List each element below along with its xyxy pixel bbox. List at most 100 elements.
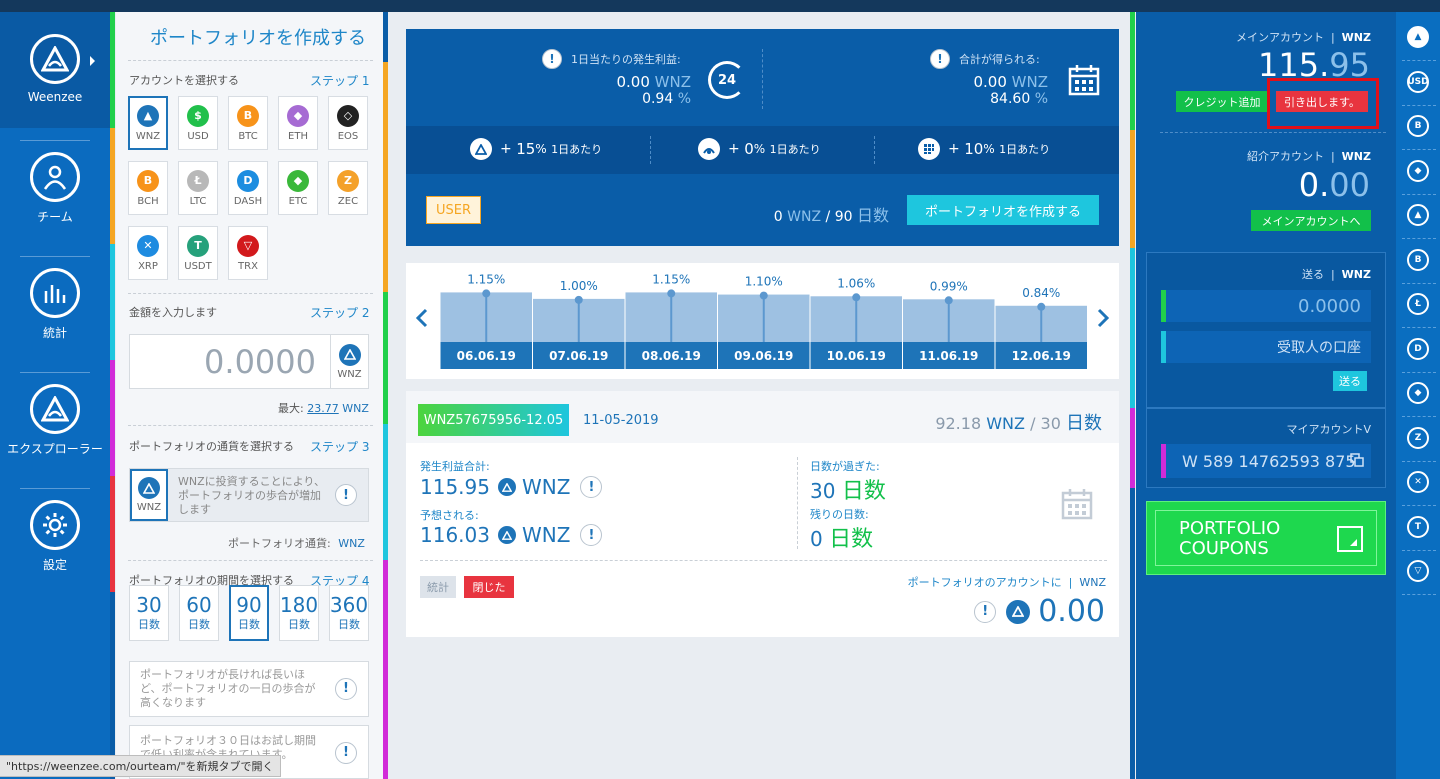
portfolio-coupons-button[interactable]: PORTFOLIO COUPONS: [1146, 501, 1386, 575]
earned-total: 115.95 WNZ !: [420, 475, 603, 499]
coin-label: USD: [187, 130, 209, 142]
period-days-unit: 日数: [288, 618, 310, 631]
period-days-value: 60: [186, 593, 212, 617]
info-icon[interactable]: !: [580, 524, 603, 546]
coin-option-eth[interactable]: ◆ ETH: [278, 96, 318, 150]
currency-tip: WNZに投資することにより、ポートフォリオの歩合が増加します: [178, 475, 325, 516]
info-icon[interactable]: !: [335, 678, 357, 700]
copy-icon[interactable]: [1350, 453, 1364, 467]
currency-footer-label: ポートフォリオ通貨:: [228, 537, 331, 550]
etc-icon[interactable]: ◆: [1407, 382, 1429, 404]
step-1: ステップ 1: [310, 74, 370, 88]
period-option-180[interactable]: 180 日数: [279, 585, 319, 641]
nav-item-stats[interactable]: 統計: [0, 268, 110, 341]
coin-option-wnz[interactable]: ▲ WNZ: [128, 96, 168, 150]
divider: [1402, 371, 1436, 373]
currency-footer-value: WNZ: [338, 537, 365, 550]
info-icon[interactable]: !: [930, 49, 950, 69]
period-option-60[interactable]: 60 日数: [179, 585, 219, 641]
coin-option-etc[interactable]: ◆ ETC: [278, 161, 318, 215]
info-icon[interactable]: !: [335, 742, 357, 764]
send-button[interactable]: 送る: [1333, 371, 1367, 391]
nav-label: 設定: [42, 558, 67, 572]
bonus-value: 10: [964, 140, 984, 158]
coin-option-usdt[interactable]: T USDT: [178, 226, 218, 280]
referral-account-label: 紹介アカウント | WNZ: [1247, 148, 1371, 164]
info-icon[interactable]: !: [580, 476, 603, 498]
btc-alt-icon[interactable]: B: [1407, 248, 1429, 271]
info-icon[interactable]: !: [542, 49, 562, 69]
ltc-icon[interactable]: Ł: [1407, 293, 1429, 315]
nav-item-team[interactable]: チーム: [0, 152, 110, 225]
chart-point: [574, 295, 583, 304]
coin-option-usd[interactable]: $ USD: [178, 96, 218, 150]
amount-value: 0.0000: [204, 343, 316, 381]
nav-item-explorer[interactable]: エクスプローラー: [0, 384, 110, 457]
to-main-account-button[interactable]: メインアカウントへ: [1251, 210, 1371, 231]
main-account-currency: WNZ: [1341, 31, 1371, 44]
stripe: [1130, 248, 1135, 408]
add-credit-button[interactable]: クレジット追加: [1176, 91, 1268, 112]
coin-option-xrp[interactable]: ✕ XRP: [128, 226, 168, 280]
coin-option-dash[interactable]: D DASH: [228, 161, 268, 215]
period-option-360[interactable]: 360 日数: [329, 585, 369, 641]
wnz-alt-icon[interactable]: ▲: [1407, 204, 1429, 226]
divider: [128, 425, 373, 426]
chart-point: [667, 289, 676, 298]
wnz-icon[interactable]: ▲: [1407, 26, 1429, 48]
coin-option-bch[interactable]: B BCH: [128, 161, 168, 215]
coin-label: WNZ: [135, 130, 161, 142]
main-account-sep: |: [1330, 31, 1335, 44]
max-amount[interactable]: 最大: 23.77 WNZ: [278, 400, 369, 416]
recipient-input[interactable]: 受取人の口座: [1161, 331, 1371, 363]
coupons-text: PORTFOLIO COUPONS: [1179, 519, 1280, 559]
usdt-icon[interactable]: T: [1407, 515, 1429, 538]
coin-option-trx[interactable]: ▽ TRX: [228, 226, 268, 280]
coin-option-eos[interactable]: ◇ EOS: [328, 96, 368, 150]
info-icon[interactable]: !: [335, 484, 357, 506]
btc-icon[interactable]: B: [1407, 115, 1429, 137]
currency-coin-wnz[interactable]: WNZ: [130, 469, 168, 521]
coin-option-zec[interactable]: Z ZEC: [328, 161, 368, 215]
account-label: アカウントを選択する: [129, 74, 239, 87]
trx-icon[interactable]: ▽: [1407, 560, 1429, 582]
wnz-icon: [497, 478, 516, 496]
divider: [1402, 549, 1436, 551]
coin-option-ltc[interactable]: Ł LTC: [178, 161, 218, 215]
trx-icon: ▽: [237, 234, 259, 257]
nav-item-settings[interactable]: 設定: [0, 500, 110, 573]
coupons-line2: COUPONS: [1179, 538, 1269, 559]
bonus-row: + 15% 1日あたり + 0% 1日あたり + 10% 1日あたり: [406, 126, 1119, 174]
info-icon[interactable]: !: [974, 600, 997, 623]
bonus-value: 0: [744, 140, 754, 158]
withdraw-button[interactable]: 引き出します。: [1276, 91, 1368, 112]
amount-input[interactable]: 0.0000 WNZ: [129, 334, 369, 389]
send-amount-input[interactable]: 0.0000: [1161, 290, 1371, 322]
total-percent-sign: %: [1034, 91, 1048, 107]
daily-amount-currency: WNZ: [654, 73, 691, 91]
usd-icon[interactable]: USD: [1407, 70, 1429, 93]
chart-value-label: 0.84%: [1022, 286, 1060, 300]
stats-icon: [30, 268, 80, 318]
stats-tag[interactable]: 統計: [420, 576, 456, 598]
create-portfolio-button[interactable]: ポートフォリオを作成する: [907, 195, 1099, 225]
period-option-30[interactable]: 30 日数: [129, 585, 169, 641]
period-days-value: 180: [279, 593, 319, 617]
amount-currency[interactable]: WNZ: [330, 335, 368, 388]
zec-icon[interactable]: Z: [1407, 426, 1429, 449]
period-tip-1: ポートフォリオが長ければ長いほど、ポートフォリオの一日の歩合が高くなります !: [129, 661, 369, 717]
eth-icon[interactable]: ◆: [1407, 159, 1429, 182]
dash-icon[interactable]: D: [1407, 337, 1429, 360]
bonus-item: + 15% 1日あたり: [470, 138, 602, 160]
referral-title: 紹介アカウント: [1246, 150, 1324, 163]
coin-option-btc[interactable]: B BTC: [228, 96, 268, 150]
xrp-icon[interactable]: ✕: [1407, 471, 1429, 493]
send-sep: |: [1330, 268, 1335, 281]
portfolio-amount-currency: WNZ: [986, 414, 1025, 433]
divider: [1402, 193, 1436, 195]
total-amount: 0.00 WNZ: [973, 73, 1048, 91]
nav-label: Weenzee: [27, 90, 83, 104]
stripe: [110, 12, 115, 128]
period-option-90[interactable]: 90 日数: [229, 585, 269, 641]
nav-item-weenzee[interactable]: Weenzee: [0, 34, 110, 104]
